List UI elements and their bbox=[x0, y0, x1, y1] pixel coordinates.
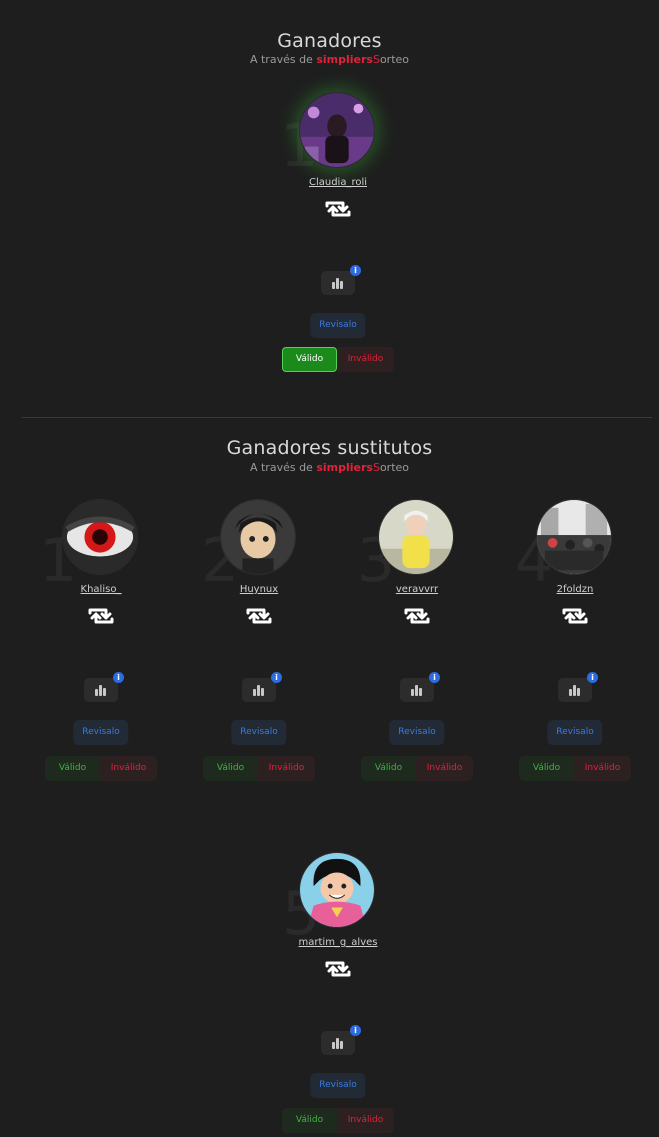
substitute-username[interactable]: Khaliso_ bbox=[21, 584, 181, 595]
invalid-button[interactable]: Inválido bbox=[416, 756, 473, 781]
avatar[interactable] bbox=[378, 499, 454, 575]
avatar-image bbox=[63, 500, 137, 574]
valid-button[interactable]: Válido bbox=[361, 756, 416, 781]
substitute-username[interactable]: veravvrr bbox=[337, 584, 497, 595]
substitutes-subtitle: A través de simpliersSorteo bbox=[249, 461, 410, 474]
review-button[interactable]: Revisalo bbox=[310, 1073, 366, 1098]
substitute-card: 3 veravvrr i Revisalo Válido Inválido bbox=[337, 495, 497, 785]
bar-chart-icon bbox=[332, 1037, 344, 1049]
valid-button[interactable]: Válido bbox=[282, 1108, 337, 1133]
substitutes-title: Ganadores sustitutos bbox=[226, 437, 433, 459]
avatar-image bbox=[379, 500, 453, 574]
winner-username[interactable]: Claudia_roli bbox=[258, 177, 418, 188]
review-button[interactable]: Revisalo bbox=[547, 720, 603, 745]
section-divider bbox=[22, 417, 652, 418]
invalid-button[interactable]: Inválido bbox=[258, 756, 315, 781]
stats-button[interactable]: i bbox=[242, 672, 282, 702]
winners-subtitle: A través de simpliersSorteo bbox=[249, 53, 410, 66]
review-button[interactable]: Revisalo bbox=[231, 720, 287, 745]
winner-card: 1 Claudia_roli i Revisalo Válido Inválid… bbox=[258, 88, 418, 378]
stats-button[interactable]: i bbox=[84, 672, 124, 702]
retweet-icon bbox=[325, 961, 351, 977]
bar-chart-icon bbox=[95, 684, 107, 696]
invalid-button[interactable]: Inválido bbox=[100, 756, 157, 781]
bar-chart-icon bbox=[253, 684, 265, 696]
bar-chart-icon bbox=[411, 684, 423, 696]
info-icon[interactable]: i bbox=[350, 1025, 361, 1036]
substitute-username[interactable]: Huynux bbox=[179, 584, 339, 595]
substitute-card: 5 martim_g_alves i Revisalo Válido Invál… bbox=[258, 848, 418, 1137]
retweet-icon bbox=[562, 608, 588, 624]
valid-button[interactable]: Válido bbox=[282, 347, 337, 372]
substitute-card: 2 Huynux i Revisalo Válido Inválido bbox=[179, 495, 339, 785]
substitute-username[interactable]: 2foldzn bbox=[495, 584, 655, 595]
invalid-button[interactable]: Inválido bbox=[337, 347, 394, 372]
avatar[interactable] bbox=[299, 92, 375, 168]
brand-name: simpliers bbox=[316, 461, 373, 474]
avatar-image bbox=[221, 500, 295, 574]
winners-title: Ganadores bbox=[277, 30, 382, 52]
bar-chart-icon bbox=[569, 684, 581, 696]
invalid-button[interactable]: Inválido bbox=[574, 756, 631, 781]
valid-button[interactable]: Válido bbox=[45, 756, 100, 781]
valid-button[interactable]: Válido bbox=[203, 756, 258, 781]
info-icon[interactable]: i bbox=[113, 672, 124, 683]
valid-invalid-group: Válido Inválido bbox=[519, 756, 631, 781]
avatar-image bbox=[300, 93, 374, 167]
valid-invalid-group: Válido Inválido bbox=[282, 1108, 394, 1133]
brand-name: simpliers bbox=[316, 53, 373, 66]
retweet-icon bbox=[325, 201, 351, 217]
avatar-image bbox=[300, 853, 374, 927]
info-icon[interactable]: i bbox=[350, 265, 361, 276]
substitute-card: 1 Khaliso_ i Revisalo Válido Inválido bbox=[21, 495, 181, 785]
substitute-username[interactable]: martim_g_alves bbox=[258, 937, 418, 948]
stats-button[interactable]: i bbox=[321, 1025, 361, 1055]
avatar[interactable] bbox=[220, 499, 296, 575]
info-icon[interactable]: i bbox=[587, 672, 598, 683]
retweet-icon bbox=[246, 608, 272, 624]
invalid-button[interactable]: Inválido bbox=[337, 1108, 394, 1133]
avatar[interactable] bbox=[62, 499, 138, 575]
review-button[interactable]: Revisalo bbox=[310, 313, 366, 338]
info-icon[interactable]: i bbox=[429, 672, 440, 683]
bar-chart-icon bbox=[332, 277, 344, 289]
review-button[interactable]: Revisalo bbox=[389, 720, 445, 745]
retweet-icon bbox=[88, 608, 114, 624]
valid-invalid-group: Válido Inválido bbox=[45, 756, 157, 781]
avatar-image bbox=[537, 500, 611, 574]
stats-button[interactable]: i bbox=[558, 672, 598, 702]
info-icon[interactable]: i bbox=[271, 672, 282, 683]
substitute-card: 4 2foldzn i Revisalo Válido Inválido bbox=[495, 495, 655, 785]
valid-invalid-group: Válido Inválido bbox=[361, 756, 473, 781]
retweet-icon bbox=[404, 608, 430, 624]
avatar[interactable] bbox=[536, 499, 612, 575]
avatar[interactable] bbox=[299, 852, 375, 928]
valid-invalid-group: Válido Inválido bbox=[203, 756, 315, 781]
stats-button[interactable]: i bbox=[400, 672, 440, 702]
stats-button[interactable]: i bbox=[321, 265, 361, 295]
review-button[interactable]: Revisalo bbox=[73, 720, 129, 745]
valid-invalid-group: Válido Inválido bbox=[282, 347, 394, 372]
valid-button[interactable]: Válido bbox=[519, 756, 574, 781]
